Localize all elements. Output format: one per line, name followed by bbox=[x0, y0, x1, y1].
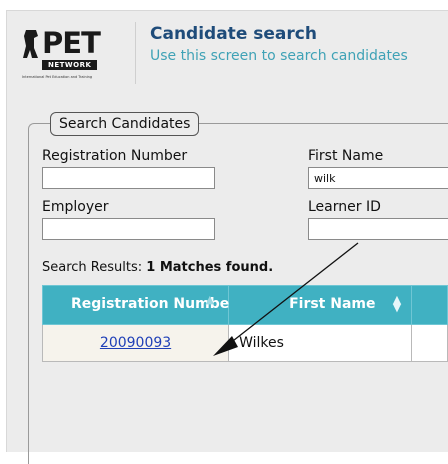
page-subtitle: Use this screen to search candidates bbox=[150, 48, 408, 64]
first-name-label: First Name bbox=[308, 148, 384, 164]
column-header-label: First Name bbox=[289, 296, 376, 312]
page-header: PET NETWORK International Pet Education … bbox=[22, 22, 448, 86]
learner-id-input[interactable] bbox=[308, 218, 448, 240]
search-candidates-legend: Search Candidates bbox=[50, 112, 200, 136]
logo-network-label: NETWORK bbox=[42, 60, 98, 70]
page-title: Candidate search bbox=[150, 24, 317, 44]
column-header-first-name[interactable]: First Name ▲ ▼ bbox=[228, 285, 413, 325]
logo-tagline: International Pet Education and Training bbox=[22, 75, 93, 79]
employer-label: Employer bbox=[42, 199, 109, 215]
table-cell-extra bbox=[411, 324, 448, 362]
column-header-registration-number[interactable]: Registration Number ▲ bbox=[41, 285, 236, 325]
logo-text: PET bbox=[42, 26, 101, 60]
header-divider bbox=[135, 22, 136, 84]
table-cell-registration-number: 20090093 bbox=[41, 324, 230, 362]
learner-id-label: Learner ID bbox=[308, 199, 381, 215]
search-results-summary: Search Results: 1 Matches found. bbox=[42, 260, 273, 275]
dog-logo-icon bbox=[23, 30, 38, 58]
registration-number-label: Registration Number bbox=[42, 148, 188, 164]
column-header-extra bbox=[411, 285, 448, 325]
first-name-input[interactable] bbox=[308, 167, 448, 189]
sort-icon[interactable]: ▲ bbox=[206, 294, 214, 305]
table-header-row: Registration Number ▲ First Name ▲ ▼ bbox=[41, 285, 448, 325]
ipet-network-logo: PET NETWORK International Pet Education … bbox=[22, 24, 126, 84]
search-results-count: 1 Matches found. bbox=[146, 260, 274, 275]
table-row: 20090093 Wilkes bbox=[41, 324, 448, 362]
registration-number-input[interactable] bbox=[42, 167, 215, 189]
table-cell-first-name: Wilkes bbox=[228, 324, 413, 362]
results-table: Registration Number ▲ First Name ▲ ▼ 2009… bbox=[41, 285, 448, 362]
sort-icon[interactable]: ▲ ▼ bbox=[393, 294, 401, 313]
employer-input[interactable] bbox=[42, 218, 215, 240]
search-results-prefix: Search Results: bbox=[42, 260, 147, 275]
registration-number-link[interactable]: 20090093 bbox=[100, 335, 171, 351]
